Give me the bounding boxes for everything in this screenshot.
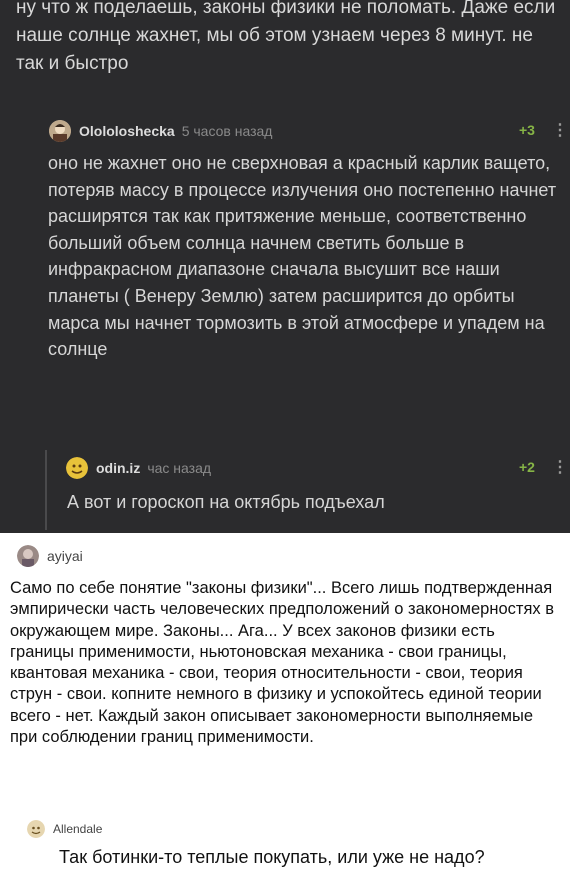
comment-body: оно не жахнет оно не сверхновая а красны…: [48, 153, 557, 360]
comment-time: 5 часов назад: [181, 123, 273, 139]
comment-username[interactable]: odin.iz: [96, 460, 140, 476]
user-avatar[interactable]: [27, 820, 45, 838]
comment-score: +3: [519, 122, 535, 138]
light-comment-section: ayiyai Само по себе понятие "законы физи…: [0, 533, 570, 879]
comment-score: +2: [519, 459, 535, 475]
comment-time: час назад: [147, 460, 212, 476]
comment-username[interactable]: Olololoshecka: [79, 123, 175, 139]
user-avatar[interactable]: [17, 545, 39, 567]
post-text: ну что ж поделаешь, законы физики не пол…: [16, 0, 556, 74]
comment-header: odin.iz час назад: [66, 457, 211, 479]
comment-username[interactable]: ayiyai: [47, 548, 83, 564]
comment-header: Allendale: [27, 820, 102, 838]
comment-body: Само по себе понятие "законы физики"... …: [10, 579, 554, 747]
user-avatar[interactable]: [49, 120, 71, 142]
more-options-icon[interactable]: ⋮: [552, 457, 568, 477]
user-avatar[interactable]: [66, 457, 88, 479]
comment-body: Так ботинки-то теплые покупать, или уже …: [59, 847, 485, 867]
thread-line[interactable]: [45, 450, 47, 530]
comment-header: Olololoshecka 5 часов назад: [49, 120, 272, 142]
comment-header: ayiyai: [17, 545, 83, 567]
dark-comment-section: ну что ж поделаешь, законы физики не пол…: [0, 0, 570, 533]
comment-username[interactable]: Allendale: [53, 822, 102, 836]
more-options-icon[interactable]: ⋮: [552, 120, 568, 140]
comment-body: А вот и гороскоп на октябрь подъехал: [67, 492, 385, 512]
